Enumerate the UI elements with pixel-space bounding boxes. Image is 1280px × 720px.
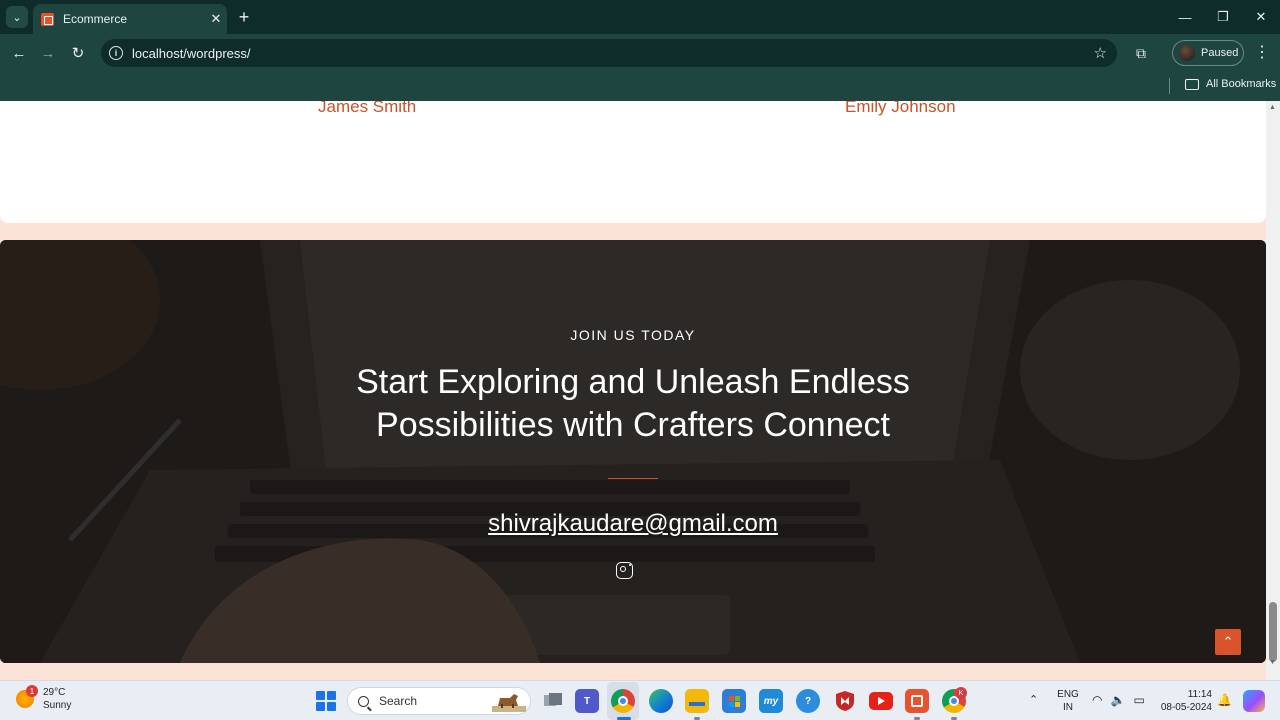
chrome-icon: [618, 696, 628, 706]
weather-temp: 29°C: [43, 687, 66, 698]
bookmark-star-icon[interactable]: ☆: [1094, 44, 1107, 62]
teams-app-button[interactable]: T: [575, 689, 599, 713]
accent-divider: [608, 478, 658, 479]
show-hidden-icons-button[interactable]: ⌃: [1029, 693, 1038, 706]
new-tab-button[interactable]: +: [234, 6, 254, 28]
region-code: IN: [1063, 702, 1073, 713]
bookmarks-bar: All Bookmarks: [0, 72, 1280, 101]
mcafee-shield-icon: [836, 691, 854, 711]
browser-menu-icon[interactable]: ⋮: [1253, 42, 1271, 62]
mysql-icon: my: [763, 695, 779, 707]
windows-taskbar: 1 29°C Sunny Search T my ? K ⌃ ENG IN ◠ …: [0, 680, 1280, 720]
restore-button[interactable]: ❐: [1204, 0, 1242, 34]
instagram-icon[interactable]: [616, 562, 633, 579]
lang-code: ENG: [1057, 689, 1079, 700]
copilot-icon[interactable]: [1243, 690, 1265, 712]
url-text[interactable]: localhost/wordpress/: [132, 46, 1094, 61]
address-bar[interactable]: i localhost/wordpress/ ☆: [101, 39, 1117, 67]
input-language-button[interactable]: ENG IN: [1055, 688, 1081, 714]
battery-icon: ▭: [1133, 693, 1145, 707]
site-info-icon[interactable]: i: [109, 46, 123, 60]
close-window-button[interactable]: ✕: [1242, 0, 1280, 34]
all-bookmarks-button[interactable]: All Bookmarks: [1185, 78, 1276, 90]
get-help-button[interactable]: ?: [796, 689, 820, 713]
image-dark-overlay: [0, 240, 1266, 663]
back-button[interactable]: ←: [8, 42, 30, 64]
search-highlight-icon: [492, 694, 526, 712]
weather-widget[interactable]: 1 29°C Sunny: [16, 685, 71, 712]
heading-line-1: Start Exploring and Unleash Endless: [356, 363, 910, 401]
avatar: [1179, 45, 1195, 61]
youtube-button[interactable]: [869, 692, 893, 710]
sun-icon: 1: [16, 685, 38, 708]
wifi-icon: ◠: [1092, 693, 1103, 707]
teams-icon: T: [583, 695, 591, 707]
edge-app-button[interactable]: [649, 689, 673, 713]
page-scrollbar[interactable]: ▲ ▼: [1266, 101, 1280, 680]
contact-email-link[interactable]: shivrajkaudare@gmail.com: [0, 510, 1266, 538]
volume-icon: 🔈: [1110, 693, 1126, 707]
clock-date: 08-05-2024: [1160, 702, 1212, 713]
play-icon: [877, 697, 885, 705]
windows-logo-tile: [327, 702, 336, 711]
notifications-bell-icon[interactable]: 🔔: [1217, 693, 1232, 707]
bookmarks-separator: [1169, 78, 1170, 94]
help-icon: ?: [804, 695, 812, 707]
clock-button[interactable]: 11:14 08-05-2024: [1156, 688, 1212, 714]
window-controls: — ❐ ✕: [1166, 0, 1280, 34]
tab-ecommerce[interactable]: Ecommerce ✕: [33, 4, 227, 34]
search-label: Search: [379, 694, 418, 708]
task-view-button[interactable]: [541, 689, 565, 713]
testimonial-name: James Smith: [318, 101, 417, 116]
mysql-workbench-button[interactable]: my: [759, 689, 783, 713]
chrome-app-button[interactable]: [611, 689, 635, 713]
store-app-button[interactable]: [722, 689, 746, 713]
folder-icon: [1185, 78, 1199, 90]
start-button[interactable]: [316, 691, 336, 711]
join-us-heading: Start Exploring and Unleash Endless Poss…: [333, 361, 933, 447]
scroll-down-icon[interactable]: ▼: [1269, 659, 1276, 666]
minimize-button[interactable]: —: [1166, 0, 1204, 34]
join-us-section: JOIN US TODAY Start Exploring and Unleas…: [0, 240, 1266, 663]
tab-strip: ⌄ Ecommerce ✕ + — ❐ ✕: [0, 0, 1280, 34]
heading-line-2: Possibilities with Crafters Connect: [376, 406, 890, 444]
weather-desc: Sunny: [43, 700, 72, 711]
scrollbar-thumb[interactable]: [1269, 602, 1277, 662]
folder-icon: [689, 702, 705, 706]
testimonial-name: Emily Johnson: [845, 101, 956, 116]
browser-toolbar: ← → ↻ i localhost/wordpress/ ☆ ⧉ Paused …: [0, 34, 1280, 72]
reload-button[interactable]: ↻: [67, 42, 89, 64]
scroll-to-top-button[interactable]: ⌃: [1215, 629, 1241, 655]
notification-badge: 1: [26, 685, 38, 697]
xampp-control-button[interactable]: [905, 689, 929, 713]
tab-close-icon[interactable]: ✕: [205, 11, 227, 27]
clock-time: 11:14: [1187, 689, 1212, 700]
all-bookmarks-label: All Bookmarks: [1206, 78, 1277, 90]
extensions-icon[interactable]: ⧉: [1131, 43, 1151, 63]
xampp-icon: [911, 695, 923, 707]
quick-settings-button[interactable]: ◠ 🔈 ▭: [1092, 693, 1145, 707]
windows-logo-tile: [327, 691, 336, 700]
tab-search-button[interactable]: ⌄: [6, 6, 28, 28]
scroll-up-icon[interactable]: ▲: [1269, 104, 1276, 111]
windows-logo-tile: [316, 702, 325, 711]
xampp-favicon-icon: [41, 12, 54, 26]
file-explorer-button[interactable]: [685, 689, 709, 713]
search-icon: [358, 695, 369, 707]
forward-button[interactable]: →: [37, 42, 59, 64]
testimonials-section: James Smith Emily Johnson: [0, 101, 1266, 223]
mcafee-button[interactable]: [833, 689, 857, 713]
windows-logo-tile: [316, 691, 325, 700]
page-viewport: James Smith Emily Johnson JOIN US TODAY …: [0, 101, 1266, 680]
profile-button[interactable]: Paused: [1172, 40, 1244, 66]
profile-badge: K: [955, 687, 967, 699]
store-icon: [728, 695, 740, 707]
taskbar-search[interactable]: Search: [347, 687, 531, 715]
profile-status-label: Paused: [1201, 47, 1239, 59]
join-us-eyebrow: JOIN US TODAY: [570, 327, 696, 343]
weather-text: 29°C Sunny: [43, 686, 71, 712]
task-view-icon: [544, 693, 562, 706]
tab-title: Ecommerce: [63, 12, 128, 26]
